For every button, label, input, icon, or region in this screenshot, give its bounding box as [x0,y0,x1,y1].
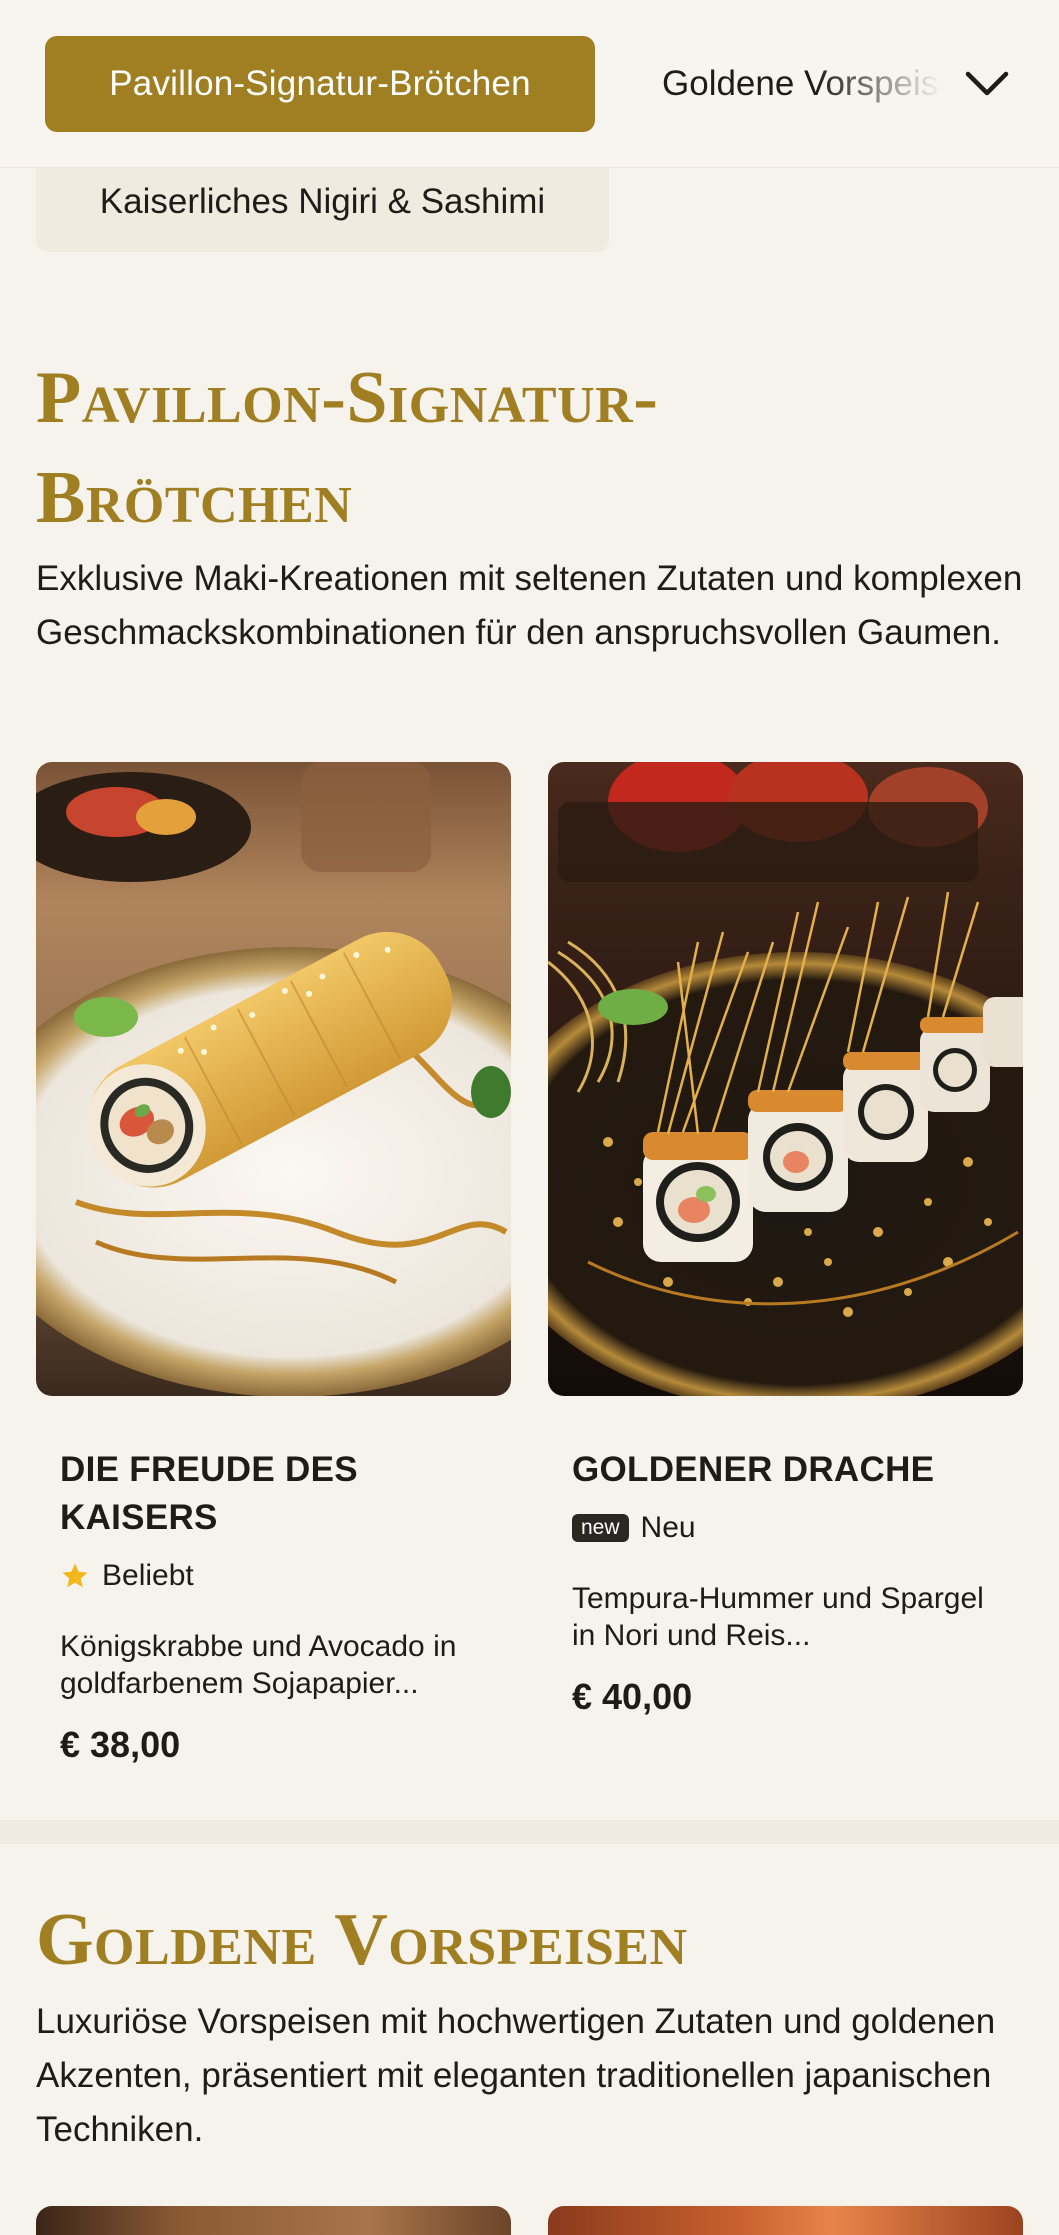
dish-price: € 38,00 [60,1724,181,1765]
dish-name: Goldener Drache [572,1450,935,1489]
dish-image [548,2206,1023,2235]
category-tab-label: Goldene Vorspeisen [662,64,942,103]
section-description: Luxuriöse Vorspeisen mit hochwertigen Zu… [36,2002,996,2149]
section-title-signature-rolls: Pavillon-Signatur- Brötchen [36,348,658,548]
section-description: Exklusive Maki-Kreationen mit seltenen Z… [36,559,1023,652]
section-title-line: Brötchen [36,457,353,539]
section-title-line: Goldene Vorspeisen [36,1899,688,1981]
popular-badge: Beliebt [60,1556,487,1596]
section-divider [0,1820,1059,1844]
badge-label: Beliebt [102,1559,194,1592]
dish-image [36,2206,511,2235]
star-icon [62,1563,88,1588]
dish-description: Königskrabbe und Avocado in goldfarbenem… [60,1630,457,1700]
menu-item-card[interactable] [548,2206,1023,2235]
dish-image [548,762,1023,1396]
badge-label: Neu [640,1511,696,1544]
new-tag-icon: new [572,1514,629,1542]
expand-categories-button[interactable] [952,54,1022,114]
section-title-golden-appetizers: Goldene Vorspeisen [36,1890,688,1990]
dish-description: Tempura-Hummer und Spargel in Nori und R… [572,1582,984,1652]
chevron-down-icon [965,71,1009,96]
menu-item-card[interactable]: Die Freude des Kaisers Beliebt Königskra… [36,762,511,1766]
category-tab-signature-rolls[interactable]: Pavillon-Signatur-Brötchen [45,36,595,132]
dish-price: € 40,00 [572,1676,693,1717]
category-tab-label: Pavillon-Signatur-Brötchen [109,64,531,103]
menu-item-card[interactable]: Goldener Drache new Neu Tempura-Hummer u… [548,762,1023,1718]
menu-item-card[interactable] [36,2206,511,2235]
category-tab-golden-appetizers[interactable]: Goldene Vorspeisen [662,36,942,132]
category-tab-label: Kaiserliches Nigiri & Sashimi [99,182,546,221]
dish-name: Die Freude des Kaisers [60,1450,358,1537]
section-title-line: Pavillon-Signatur- [36,357,659,439]
category-nav: Pavillon-Signatur-Brötchen Goldene Vorsp… [0,0,1059,168]
new-badge: new Neu [572,1508,999,1548]
dish-image [36,762,511,1396]
